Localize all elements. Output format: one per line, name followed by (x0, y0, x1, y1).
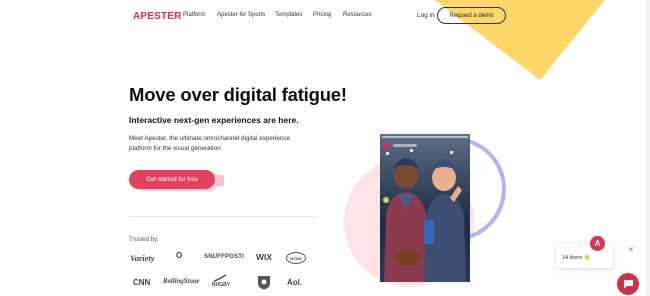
rugby-logo: RUGBY (212, 282, 231, 288)
login-link[interactable]: Log in (417, 12, 435, 19)
apester-logo[interactable]: APESTER (133, 11, 182, 22)
fern-icon (213, 274, 227, 282)
cnn-logo: CNN (133, 278, 151, 287)
nav-templates[interactable]: Templates (275, 12, 302, 18)
huffpost-logo: SNUFFPOSTI (204, 254, 245, 260)
variety-logo: Variety (130, 253, 155, 263)
chat-avatar: A (590, 236, 605, 251)
chat-greeting-bubble[interactable]: Hi there 👋 (556, 243, 613, 268)
scrollbar[interactable] (646, 0, 650, 296)
request-demo-button[interactable]: Request a demo (437, 7, 506, 24)
chat-greeting-text: Hi there 👋 (563, 255, 591, 261)
chat-bubble-icon (623, 280, 633, 289)
nav-platform[interactable]: Platform (183, 12, 205, 18)
nav-pricing[interactable]: Pricing (313, 12, 331, 18)
close-icon[interactable]: ✕ (628, 246, 634, 254)
chat-launcher-button[interactable] (617, 273, 639, 295)
trusted-by-label: Trusted by: (129, 237, 159, 243)
divider (129, 216, 316, 217)
nav-apester-for-sports[interactable]: Apester for Sports (217, 12, 265, 18)
hero-description: Meet Apester, the ultimate omnichannel d… (129, 135, 291, 152)
hero-title: Move over digital fatigue! (129, 84, 347, 105)
aol-logo: Aol. (287, 278, 303, 287)
wix-logo: WIX (256, 252, 273, 262)
nav-resources[interactable]: Resources (343, 12, 372, 18)
fans-photo (383, 149, 466, 282)
phone-preview (380, 134, 470, 282)
hero-subtitle: Interactive next-gen experiences are her… (129, 115, 299, 125)
oprah-logo: O (176, 251, 183, 260)
rolling-stone-logo: RollingStone (163, 278, 200, 285)
get-started-button[interactable]: Get started for free (129, 170, 215, 189)
nydn-logo: NYDN (286, 252, 306, 264)
shield-crest-icon (258, 276, 270, 290)
